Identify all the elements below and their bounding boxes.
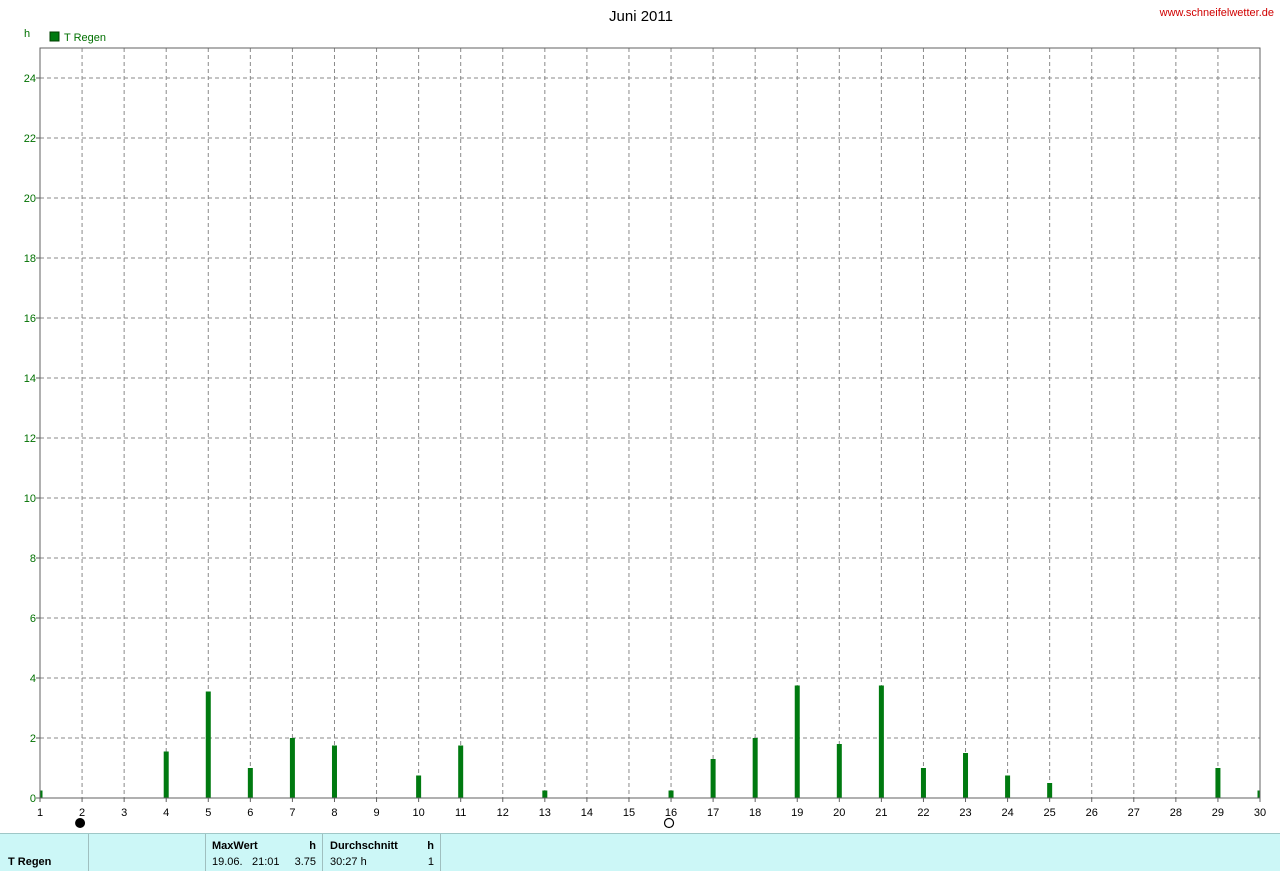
x-tick-label: 19 (791, 807, 803, 819)
bar (920, 768, 926, 798)
avg-unit: h (427, 840, 434, 852)
bar (205, 691, 211, 798)
x-tick-label: 27 (1128, 807, 1140, 819)
x-tick-label: 20 (833, 807, 845, 819)
chart-title: Juni 2011 (609, 8, 673, 25)
y-tick-label: 16 (24, 313, 36, 325)
x-tick-label: 2 (79, 807, 85, 819)
x-tick-label: 30 (1254, 807, 1266, 819)
y-tick-label: 8 (30, 553, 36, 565)
bar (542, 790, 548, 798)
y-tick-label: 20 (24, 193, 36, 205)
max-header: MaxWert (212, 840, 258, 852)
bar-series (40, 685, 1260, 798)
x-tick-label: 6 (247, 807, 253, 819)
y-axis-unit: h (24, 28, 30, 40)
grid-lines (40, 48, 1260, 798)
y-tick-label: 14 (24, 373, 36, 385)
x-tick-label: 8 (331, 807, 337, 819)
y-tick-label: 6 (30, 613, 36, 625)
bar (1047, 783, 1053, 798)
bar (247, 768, 253, 798)
x-tick-label: 11 (455, 807, 466, 819)
bar (331, 745, 337, 798)
legend-swatch (49, 31, 60, 42)
x-tick-label: 23 (959, 807, 971, 819)
avg-header: Durchschnitt (330, 840, 398, 852)
x-tick-labels: 1 2 3 4 5 6 7 8 9 10 11 12 13 14 15 16 17 18 19 20 21 22 23 24 2… (37, 798, 1266, 819)
chart-area: Juni 2011 www.schneifelwetter.de h T Reg… (24, 7, 1274, 829)
y-tick-label: 12 (24, 433, 36, 445)
y-tick-label: 24 (24, 73, 36, 85)
footer-max-cell: MaxWert h 19.06. 21:01 3.75 (206, 834, 323, 871)
y-tick-label: 4 (30, 673, 36, 685)
avg-total: 30:27 h (330, 856, 367, 868)
footer-series-name: T Regen (8, 856, 52, 868)
bar (1005, 775, 1011, 798)
x-tick-label: 13 (539, 807, 551, 819)
x-tick-label: 22 (917, 807, 929, 819)
bar (963, 753, 969, 798)
full-moon-icon (663, 817, 675, 829)
bar (878, 685, 884, 798)
bar (1215, 768, 1221, 798)
x-tick-label: 18 (749, 807, 761, 819)
x-tick-label: 5 (205, 807, 211, 819)
bar (668, 790, 674, 798)
site-watermark: www.schneifelwetter.de (1159, 7, 1274, 19)
summary-footer: T Regen MaxWert h 19.06. 21:01 3.75 Durc… (0, 833, 1280, 871)
x-tick-label: 7 (289, 807, 295, 819)
bar (794, 685, 800, 798)
bar (416, 775, 422, 798)
plot-frame (39, 47, 1261, 799)
x-tick-label: 24 (1001, 807, 1013, 819)
bar (836, 744, 842, 798)
x-tick-label: 3 (121, 807, 127, 819)
y-tick-label: 2 (30, 733, 36, 745)
footer-series-cell: T Regen (0, 834, 89, 871)
x-tick-label: 1 (37, 807, 43, 819)
bar (752, 738, 758, 798)
x-tick-label: 10 (412, 807, 424, 819)
y-tick-label: 0 (30, 793, 36, 805)
x-tick-label: 28 (1170, 807, 1182, 819)
x-tick-label: 14 (581, 807, 593, 819)
x-tick-label: 15 (623, 807, 635, 819)
max-date: 19.06. (212, 856, 243, 868)
avg-value: 1 (427, 856, 434, 868)
y-tick-label: 10 (24, 493, 36, 505)
footer-empty-cell (89, 834, 206, 871)
bar (163, 751, 169, 798)
bar (710, 759, 716, 798)
bar (289, 738, 295, 798)
legend-label: T Regen (64, 32, 106, 44)
x-tick-label: 9 (373, 807, 379, 819)
x-tick-label: 16 (665, 807, 677, 819)
x-tick-label: 17 (707, 807, 719, 819)
x-tick-label: 29 (1212, 807, 1224, 819)
max-unit: h (309, 840, 316, 852)
x-tick-label: 25 (1044, 807, 1056, 819)
x-tick-label: 12 (497, 807, 509, 819)
moon-phase-markers (75, 817, 675, 829)
y-tick-label: 18 (24, 253, 36, 265)
x-tick-label: 26 (1086, 807, 1098, 819)
x-tick-label: 21 (875, 807, 887, 819)
y-tick-labels: 024681012141618202224 (24, 73, 40, 805)
bar (458, 745, 464, 798)
new-moon-icon (75, 818, 86, 828)
y-tick-label: 22 (24, 133, 36, 145)
footer-avg-cell: Durchschnitt h 30:27 h 1 (323, 834, 441, 871)
max-value: 3.75 (294, 856, 316, 868)
x-tick-label: 4 (163, 807, 169, 819)
max-time: 21:01 (252, 856, 280, 868)
